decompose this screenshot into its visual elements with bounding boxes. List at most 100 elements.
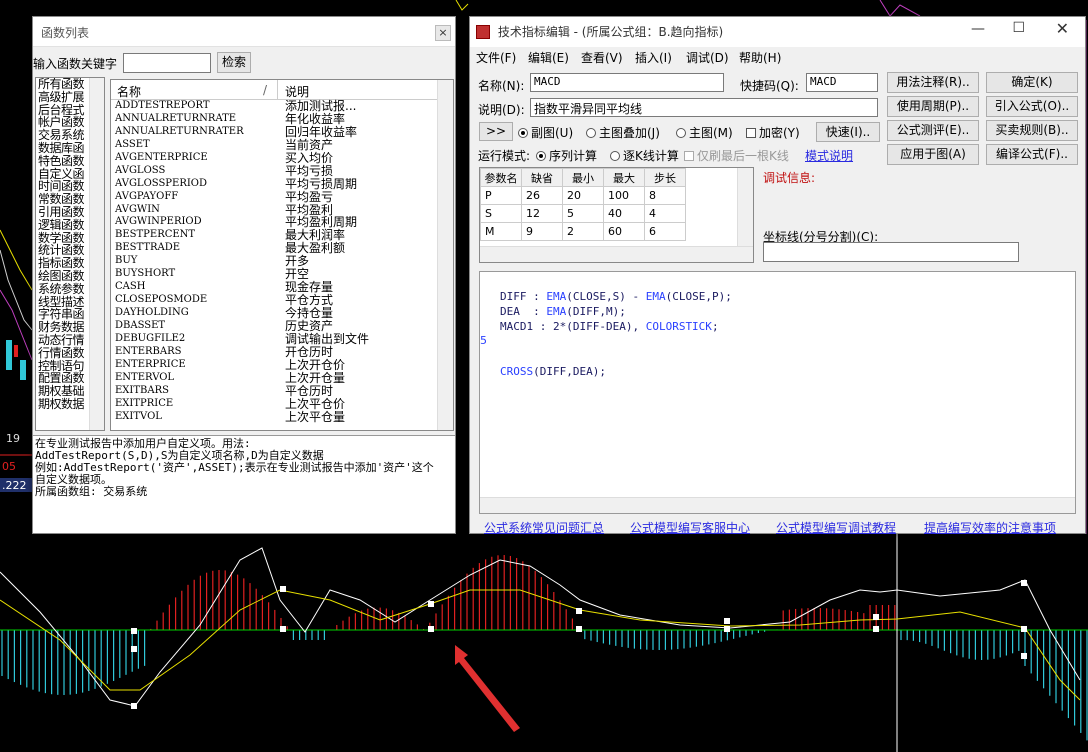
function-name: DEBUGFILE2 <box>115 332 186 344</box>
function-row[interactable]: CASH 现金存量 <box>111 281 453 294</box>
function-row[interactable]: AVGWIN 平均盈利 <box>111 203 453 217</box>
col-desc-header[interactable]: 说明 <box>285 83 309 100</box>
desc-field[interactable]: 指数平滑异同平均线 <box>530 98 878 117</box>
function-row[interactable]: BESTTRADE 最大盈利额 <box>111 242 453 255</box>
function-row[interactable]: AVGLOSS 平均亏损 <box>111 163 453 178</box>
menu-insert[interactable]: 插入(I) <box>635 49 672 66</box>
param-cell[interactable]: P <box>480 186 522 205</box>
name-field[interactable]: MACD <box>530 73 724 92</box>
function-desc: 年化收益率 <box>285 111 346 126</box>
ok-button[interactable]: 确定(K) <box>986 72 1078 93</box>
function-row[interactable]: AVGLOSSPERIOD 平均亏损周期 <box>111 176 453 191</box>
coord-field[interactable] <box>763 242 1019 262</box>
function-row[interactable]: ENTERPRICE 上次开仓价 <box>111 357 453 372</box>
maximize-icon[interactable]: ☐ <box>1012 20 1025 36</box>
import-button[interactable]: 引入公式(O).. <box>986 96 1078 117</box>
function-row[interactable]: BUYSHORT 开空 <box>111 268 453 281</box>
function-desc: 买入均价 <box>285 150 334 165</box>
function-row[interactable]: AVGWINPERIOD 平均盈利周期 <box>111 216 453 229</box>
code-line-2: DEA : EMA(DIFF,M); <box>500 305 626 318</box>
menu-edit[interactable]: 编辑(E) <box>528 49 569 66</box>
col-name-header[interactable]: 名称 <box>117 83 141 100</box>
function-row[interactable]: ADDTESTREPORT 添加测试报... <box>111 100 453 113</box>
mode-help-link[interactable]: 模式说明 <box>805 147 853 164</box>
link-efficiency[interactable]: 提高编写效率的注意事项 <box>924 519 1056 536</box>
close-window-icon[interactable]: ✕ <box>1056 19 1069 38</box>
function-row[interactable]: EXITPRICE 上次平仓价 <box>111 396 453 411</box>
function-row[interactable]: EXITVOL 上次平仓量 <box>111 409 453 424</box>
trade-rules-button[interactable]: 买卖规则(B).. <box>986 120 1078 141</box>
menu-debug[interactable]: 调试(D) <box>686 49 729 66</box>
encrypt-checkbox[interactable]: 加密(Y) <box>746 124 800 141</box>
radio-overlay[interactable]: 主图叠加(J) <box>586 124 660 141</box>
last-only-checkbox[interactable]: 仅刷最后一根K线 <box>684 147 789 164</box>
function-row[interactable]: ANNUALRETURNRATE 年化收益率 <box>111 111 453 126</box>
param-cell[interactable]: S <box>480 204 522 223</box>
param-cell[interactable]: 4 <box>644 204 686 223</box>
function-row[interactable]: ANNUALRETURNRATER 回归年收益率 <box>111 125 453 139</box>
function-desc: 上次开仓价 <box>285 357 346 372</box>
evaluate-button[interactable]: 公式测评(E).. <box>887 120 979 141</box>
shortcut-field[interactable]: MACD <box>806 73 878 92</box>
minimize-icon[interactable]: — <box>971 21 985 37</box>
function-row[interactable]: AVGENTERPRICE 买入均价 <box>111 150 453 165</box>
function-desc: 平均亏损 <box>285 163 334 178</box>
compile-button[interactable]: 编译公式(F).. <box>986 144 1078 165</box>
param-cell[interactable]: 26 <box>521 186 563 205</box>
function-row[interactable]: DAYHOLDING 今持仓量 <box>111 307 453 320</box>
function-name: CLOSEPOSMODE <box>115 294 208 306</box>
close-icon[interactable]: × <box>435 25 451 41</box>
radio-subchart[interactable]: 副图(U) <box>518 124 573 141</box>
params-table[interactable]: 参数名 缺省 最小 最大 步长 P 26 20 100 8 S 12 5 40 4 M 9 2 60 6 <box>479 167 754 263</box>
category-scrollbar[interactable] <box>89 78 104 430</box>
param-cell[interactable]: 9 <box>521 222 563 241</box>
function-desc: 上次平仓量 <box>285 409 346 424</box>
function-name: ANNUALRETURNRATE <box>115 112 237 124</box>
param-cell[interactable]: 8 <box>644 186 686 205</box>
search-input[interactable] <box>123 53 211 73</box>
param-cell[interactable]: 12 <box>521 204 563 223</box>
function-desc: 添加测试报... <box>285 99 357 113</box>
expand-button[interactable]: >> <box>479 122 513 141</box>
param-cell[interactable]: M <box>480 222 522 241</box>
function-row[interactable]: AVGPAYOFF 平均盈亏 <box>111 190 453 204</box>
code-editor[interactable]: 5 DIFF : EMA(CLOSE,S) - EMA(CLOSE,P); DE… <box>479 271 1076 514</box>
function-desc: 平均亏损周期 <box>285 176 358 191</box>
param-cell[interactable]: 60 <box>603 222 645 241</box>
function-row[interactable]: ASSET 当前资产 <box>111 138 453 152</box>
function-name: AVGENTERPRICE <box>115 151 208 163</box>
link-support[interactable]: 公式模型编写客服中心 <box>630 519 750 536</box>
param-cell[interactable]: 100 <box>603 186 645 205</box>
function-row[interactable]: EXITBARS 平仓历时 <box>111 384 453 398</box>
usage-notes-button[interactable]: 用法注释(R).. <box>887 72 979 93</box>
function-desc: 上次平仓价 <box>285 396 346 411</box>
param-cell[interactable]: 5 <box>562 204 604 223</box>
params-hscrollbar[interactable] <box>480 246 753 262</box>
function-scrollbar[interactable] <box>437 80 453 430</box>
menu-help[interactable]: 帮助(H) <box>739 49 781 66</box>
code-hscrollbar[interactable] <box>480 497 1075 513</box>
function-row[interactable]: ENTERBARS 开仓历时 <box>111 345 453 359</box>
function-row[interactable]: DBASSET 历史资产 <box>111 319 453 333</box>
param-cell[interactable]: 40 <box>603 204 645 223</box>
param-header: 缺省 <box>521 168 563 187</box>
search-button[interactable]: 检索 <box>217 52 251 73</box>
param-cell[interactable]: 20 <box>562 186 604 205</box>
fast-button[interactable]: 快速(I).. <box>816 122 880 142</box>
radio-tick[interactable]: 逐K线计算 <box>610 147 679 164</box>
function-row[interactable]: DEBUGFILE2 调试输出到文件 <box>111 332 453 346</box>
function-row[interactable]: ENTERVOL 上次开仓量 <box>111 371 453 385</box>
param-cell[interactable]: 6 <box>644 222 686 241</box>
link-tutorial[interactable]: 公式模型编写调试教程 <box>776 519 896 536</box>
apply-chart-button[interactable]: 应用于图(A) <box>887 144 979 165</box>
radio-main[interactable]: 主图(M) <box>676 124 733 141</box>
param-cell[interactable]: 2 <box>562 222 604 241</box>
function-row[interactable]: BESTPERCENT 最大利润率 <box>111 229 453 242</box>
link-faq[interactable]: 公式系统常见问题汇总 <box>484 519 604 536</box>
radio-seq[interactable]: 序列计算 <box>536 147 597 164</box>
function-row[interactable]: BUY 开多 <box>111 255 453 268</box>
function-row[interactable]: CLOSEPOSMODE 平仓方式 <box>111 294 453 307</box>
menu-view[interactable]: 查看(V) <box>581 49 623 66</box>
period-button[interactable]: 使用周期(P).. <box>887 96 979 117</box>
menu-file[interactable]: 文件(F) <box>476 49 516 66</box>
